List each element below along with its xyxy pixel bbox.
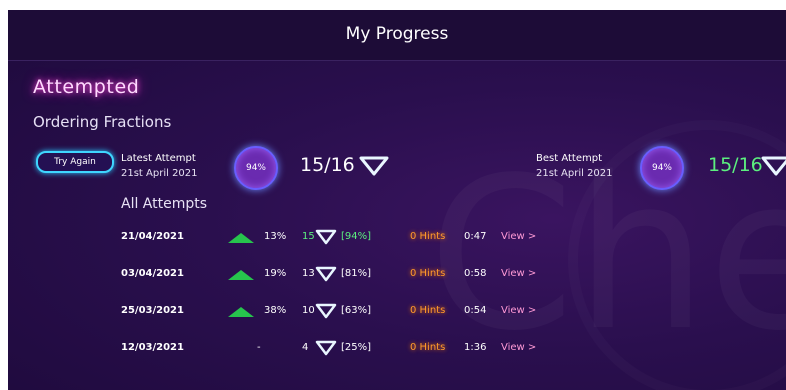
attempt-date: 12/03/2021 <box>121 342 184 353</box>
view-link[interactable]: View > <box>501 305 536 316</box>
attempt-trend-none: - <box>257 342 261 353</box>
attempt-hints: 0 Hints <box>410 268 446 279</box>
attempt-percent: [25%] <box>341 342 372 353</box>
attempt-date: 03/04/2021 <box>121 268 184 279</box>
attempt-time: 0:47 <box>464 231 487 242</box>
view-link[interactable]: View > <box>501 231 536 242</box>
view-link[interactable]: View > <box>501 268 536 279</box>
attempt-hints: 0 Hints <box>410 342 446 353</box>
view-link[interactable]: View > <box>501 342 536 353</box>
attempt-change: 38% <box>264 305 287 316</box>
attempt-date: 25/03/2021 <box>121 305 184 316</box>
triangle-up-icon <box>228 307 254 317</box>
attempt-change: 19% <box>264 268 287 279</box>
best-score: 15/16 <box>708 154 763 176</box>
attempt-change: 13% <box>264 231 287 242</box>
attempt-percent: [81%] <box>341 268 372 279</box>
diamond-outline-icon <box>315 266 337 282</box>
page-title: My Progress <box>345 24 449 44</box>
all-attempts-heading: All Attempts <box>121 196 208 212</box>
latest-attempt-label: Latest Attempt 21st April 2021 <box>121 151 198 181</box>
latest-percent: 94% <box>245 163 266 173</box>
progress-panel: Che My Progress Attempted Ordering Fract… <box>8 10 786 390</box>
attempt-hints: 0 Hints <box>410 305 446 316</box>
latest-attempt-title: Latest Attempt <box>121 153 196 164</box>
diamond-outline-icon <box>761 156 786 176</box>
diamond-outline-icon <box>315 229 337 245</box>
attempt-hints: 0 Hints <box>410 231 446 242</box>
attempt-row: 03/04/2021 19% 13 [81%] 0 Hints 0:58 Vie… <box>8 264 786 284</box>
diamond-outline-icon <box>315 340 337 356</box>
diamond-outline-icon <box>315 303 337 319</box>
best-attempt-title: Best Attempt <box>536 153 602 164</box>
attempt-percent: [94%] <box>341 231 372 242</box>
attempt-row: 12/03/2021 - 4 [25%] 0 Hints 1:36 View > <box>8 338 786 358</box>
try-again-button[interactable]: Try Again <box>36 151 114 173</box>
best-attempt-label: Best Attempt 21st April 2021 <box>536 151 613 181</box>
attempt-row: 25/03/2021 38% 10 [63%] 0 Hints 0:54 Vie… <box>8 301 786 321</box>
best-attempt-date: 21st April 2021 <box>536 168 613 179</box>
attempt-time: 0:54 <box>464 305 487 316</box>
attempt-score: 4 <box>302 342 309 353</box>
attempt-percent: [63%] <box>341 305 372 316</box>
attempt-score: 10 <box>302 305 315 316</box>
section-heading: Attempted <box>33 76 140 98</box>
best-percent-ring: 94% <box>640 146 684 190</box>
latest-percent-ring: 94% <box>234 146 278 190</box>
attempt-time: 1:36 <box>464 342 487 353</box>
header-bar: My Progress <box>8 10 786 61</box>
attempt-date: 21/04/2021 <box>121 231 184 242</box>
latest-attempt-date: 21st April 2021 <box>121 168 198 179</box>
triangle-up-icon <box>228 270 254 280</box>
attempt-row: 21/04/2021 13% 15 [94%] 0 Hints 0:47 Vie… <box>8 227 786 247</box>
triangle-up-icon <box>228 233 254 243</box>
attempt-time: 0:58 <box>464 268 487 279</box>
latest-score: 15/16 <box>300 154 355 176</box>
attempt-score: 13 <box>302 268 315 279</box>
topic-title: Ordering Fractions <box>33 113 172 131</box>
best-percent: 94% <box>651 163 672 173</box>
diamond-outline-icon <box>359 156 389 176</box>
attempt-score: 15 <box>302 231 315 242</box>
watermark-text: Che <box>428 150 786 360</box>
